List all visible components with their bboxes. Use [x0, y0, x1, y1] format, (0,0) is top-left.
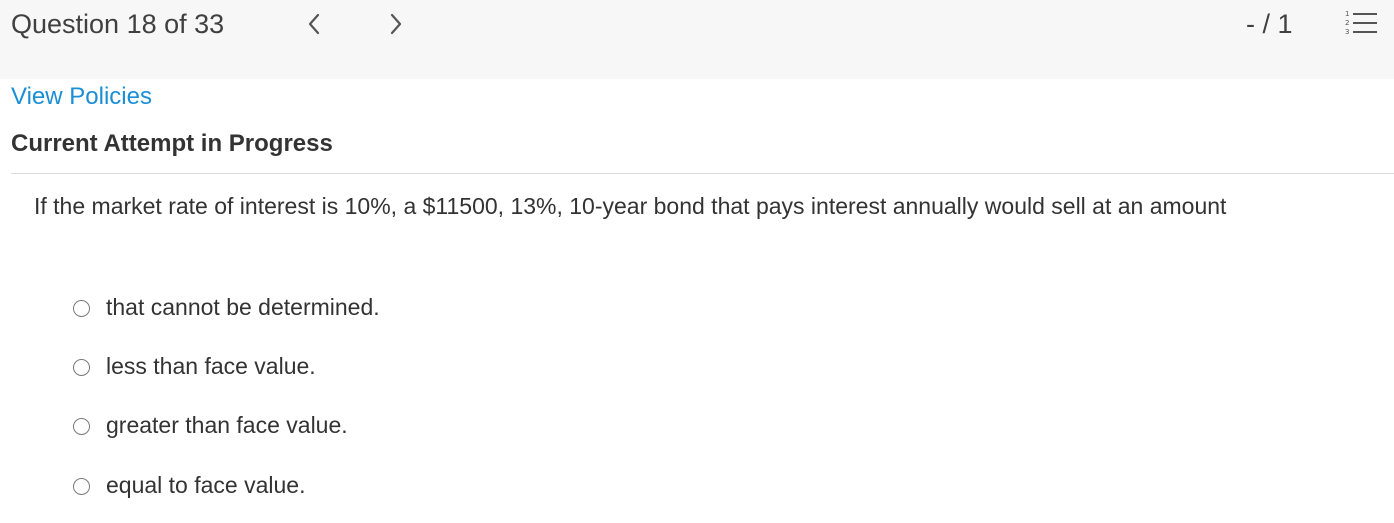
question-score: - / 1 [1246, 9, 1293, 39]
radio-button[interactable] [73, 299, 90, 317]
chevron-right-icon [390, 13, 402, 35]
attempt-status-heading: Current Attempt in Progress [11, 130, 333, 157]
radio-button[interactable] [73, 358, 90, 376]
svg-text:3: 3 [1345, 28, 1349, 36]
question-header-bar: Question 18 of 33 - / 1 1 2 3 [0, 0, 1394, 79]
view-policies-link[interactable]: View Policies [11, 82, 152, 112]
svg-text:1: 1 [1345, 10, 1349, 18]
answer-option-label: that cannot be determined. [106, 294, 380, 320]
previous-question-button[interactable] [300, 8, 328, 40]
next-question-button[interactable] [382, 8, 410, 40]
answer-option-label: less than face value. [106, 353, 316, 379]
answer-option[interactable]: less than face value. [73, 350, 316, 382]
svg-text:2: 2 [1345, 19, 1349, 27]
question-prompt: If the market rate of interest is 10%, a… [34, 193, 1227, 219]
answer-option-label: greater than face value. [106, 412, 348, 438]
answer-option[interactable]: greater than face value. [73, 409, 348, 441]
question-counter: Question 18 of 33 [11, 9, 225, 39]
answer-option-label: equal to face value. [106, 472, 306, 498]
divider [11, 173, 1394, 174]
numbered-list-icon: 1 2 3 [1345, 10, 1377, 36]
radio-button[interactable] [73, 417, 90, 435]
answer-option[interactable]: equal to face value. [73, 469, 305, 501]
answer-option[interactable]: that cannot be determined. [73, 291, 380, 323]
chevron-left-icon [308, 13, 320, 35]
question-list-button[interactable]: 1 2 3 [1343, 8, 1379, 38]
radio-button[interactable] [73, 477, 90, 495]
